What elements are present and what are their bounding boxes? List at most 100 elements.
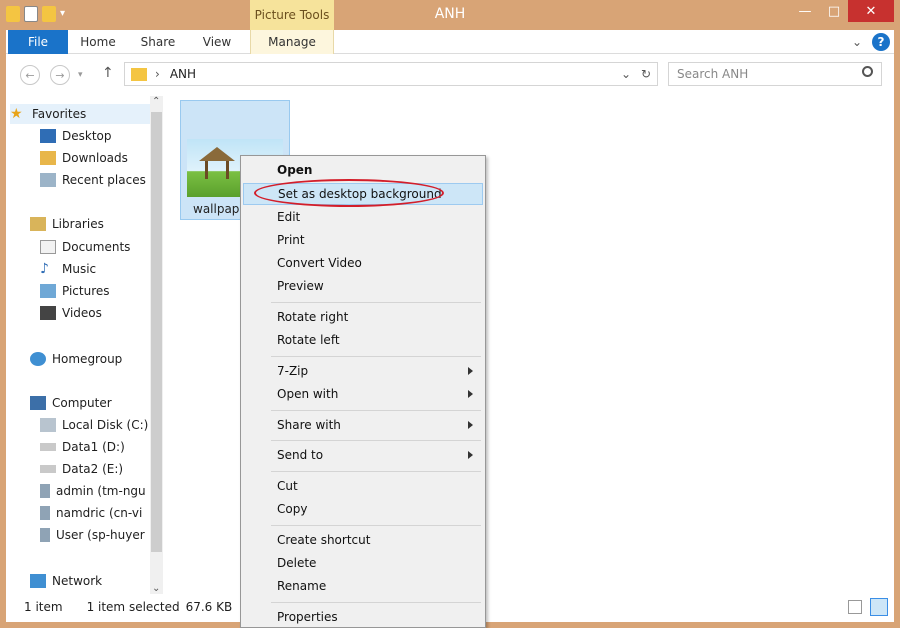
- path-segment-anh[interactable]: ANH: [170, 67, 196, 81]
- nav-homegroup[interactable]: Homegroup: [30, 349, 122, 369]
- maximize-button[interactable]: □: [820, 0, 848, 22]
- nav-recent-places[interactable]: Recent places: [40, 170, 146, 190]
- path-separator-icon[interactable]: ›: [155, 67, 160, 81]
- menu-item-open[interactable]: Open: [243, 159, 483, 181]
- nav-network-drive-namdric[interactable]: namdric (cn-vi: [40, 503, 150, 523]
- menu-item-7zip[interactable]: 7-Zip: [243, 360, 483, 382]
- search-input[interactable]: Search ANH: [668, 62, 882, 86]
- address-dropdown-icon[interactable]: ⌄: [621, 67, 631, 81]
- videos-icon: [40, 306, 56, 320]
- expand-ribbon-icon[interactable]: ⌄: [848, 30, 866, 54]
- menu-item-create-shortcut-label: Create shortcut: [277, 533, 371, 547]
- menu-item-copy-label: Copy: [277, 502, 308, 516]
- nav-favorites[interactable]: ★ Favorites: [10, 104, 150, 124]
- menu-item-delete-label: Delete: [277, 556, 317, 570]
- menu-item-properties-label: Properties: [277, 610, 338, 624]
- nav-documents[interactable]: Documents: [40, 237, 130, 257]
- nav-scrollbar[interactable]: ⌃ ⌄: [150, 96, 163, 594]
- tab-view[interactable]: View: [192, 30, 242, 54]
- menu-item-print-label: Print: [277, 233, 305, 247]
- menu-item-rotate-left[interactable]: Rotate left: [243, 329, 483, 351]
- menu-separator: [271, 410, 481, 411]
- network-drive-icon: [40, 484, 50, 498]
- nav-videos[interactable]: Videos: [40, 303, 102, 323]
- scroll-up-icon[interactable]: ⌃: [152, 96, 160, 107]
- menu-item-preview[interactable]: Preview: [243, 275, 483, 297]
- menu-item-share-with[interactable]: Share with: [243, 414, 483, 436]
- menu-item-create-shortcut[interactable]: Create shortcut: [243, 529, 483, 551]
- menu-item-rotate-right[interactable]: Rotate right: [243, 306, 483, 328]
- submenu-arrow-icon: [468, 367, 473, 375]
- tab-home[interactable]: Home: [72, 30, 124, 54]
- nav-network-drive-user[interactable]: User (sp-huyer: [40, 525, 150, 545]
- menu-separator: [271, 440, 481, 441]
- submenu-arrow-icon: [468, 390, 473, 398]
- menu-item-rename[interactable]: Rename: [243, 575, 483, 597]
- nav-desktop[interactable]: Desktop: [40, 126, 112, 146]
- hut-roof-shape: [199, 147, 235, 161]
- drive-icon: [40, 418, 56, 432]
- up-button[interactable]: ↑: [102, 65, 114, 81]
- close-button[interactable]: ✕: [848, 0, 894, 22]
- nav-pictures[interactable]: Pictures: [40, 281, 110, 301]
- minimize-button[interactable]: —: [790, 0, 820, 22]
- new-folder-icon[interactable]: [42, 6, 56, 22]
- help-icon[interactable]: ?: [872, 33, 890, 51]
- nav-local-disk-c[interactable]: Local Disk (C:): [40, 415, 148, 435]
- properties-icon[interactable]: [24, 6, 38, 22]
- menu-item-delete[interactable]: Delete: [243, 552, 483, 574]
- menu-item-open-label: Open: [277, 163, 313, 177]
- menu-item-properties[interactable]: Properties: [243, 606, 483, 628]
- nav-data2-e-label: Data2 (E:): [62, 462, 124, 476]
- forward-button[interactable]: →: [50, 65, 70, 85]
- tab-file[interactable]: File: [8, 30, 68, 54]
- tab-manage[interactable]: Manage: [250, 30, 334, 54]
- scroll-down-icon[interactable]: ⌄: [152, 583, 160, 594]
- nav-downloads-label: Downloads: [62, 151, 128, 165]
- menu-item-print[interactable]: Print: [243, 229, 483, 251]
- menu-item-send-to-label: Send to: [277, 448, 324, 462]
- star-icon: ★: [10, 106, 23, 122]
- menu-item-convert-video[interactable]: Convert Video: [243, 252, 483, 274]
- nav-network-drive-admin[interactable]: admin (tm-ngu: [40, 481, 150, 501]
- large-icons-view-icon[interactable]: [870, 598, 888, 616]
- nav-favorites-label: Favorites: [32, 107, 87, 121]
- back-button[interactable]: ←: [20, 65, 40, 85]
- menu-item-copy[interactable]: Copy: [243, 498, 483, 520]
- folder-icon: [131, 67, 147, 81]
- nav-pictures-label: Pictures: [62, 284, 110, 298]
- nav-homegroup-label: Homegroup: [52, 352, 123, 366]
- nav-music-label: Music: [62, 262, 97, 276]
- menu-item-edit[interactable]: Edit: [243, 206, 483, 228]
- nav-videos-label: Videos: [62, 306, 102, 320]
- menu-item-rename-label: Rename: [277, 579, 327, 593]
- nav-computer[interactable]: Computer: [30, 393, 112, 413]
- nav-libraries[interactable]: Libraries: [30, 214, 104, 234]
- picture-tools-context-label: Picture Tools: [250, 0, 334, 30]
- folder-icon[interactable]: [6, 6, 20, 22]
- recent-places-icon: [40, 173, 56, 187]
- nav-downloads[interactable]: Downloads: [40, 148, 128, 168]
- address-bar[interactable]: › ANH ⌄ ↻: [124, 62, 658, 86]
- menu-item-set-as-desktop-background[interactable]: Set as desktop background: [243, 179, 483, 207]
- nav-data2-e[interactable]: Data2 (E:): [40, 459, 123, 479]
- window-title: ANH: [434, 6, 466, 22]
- refresh-icon[interactable]: ↻: [641, 67, 651, 81]
- nav-network[interactable]: Network: [30, 571, 102, 591]
- nav-data1-d[interactable]: Data1 (D:): [40, 437, 125, 457]
- menu-item-edit-label: Edit: [277, 210, 301, 224]
- tab-share[interactable]: Share: [130, 30, 186, 54]
- menu-item-open-with[interactable]: Open with: [243, 383, 483, 405]
- customize-arrow-icon[interactable]: ▾: [60, 6, 70, 22]
- nav-network-drive-admin-label: admin (tm-ngu: [56, 484, 146, 498]
- menu-item-send-to[interactable]: Send to: [243, 444, 483, 466]
- menu-item-convert-video-label: Convert Video: [277, 256, 362, 270]
- details-view-icon[interactable]: [848, 600, 862, 614]
- computer-icon: [30, 396, 46, 410]
- nav-documents-label: Documents: [62, 240, 131, 254]
- nav-music[interactable]: ♪ Music: [40, 259, 96, 279]
- recent-locations-icon[interactable]: ▾: [78, 70, 83, 80]
- scrollbar-thumb[interactable]: [151, 112, 162, 552]
- menu-item-cut[interactable]: Cut: [243, 475, 483, 497]
- search-icon[interactable]: [862, 66, 873, 77]
